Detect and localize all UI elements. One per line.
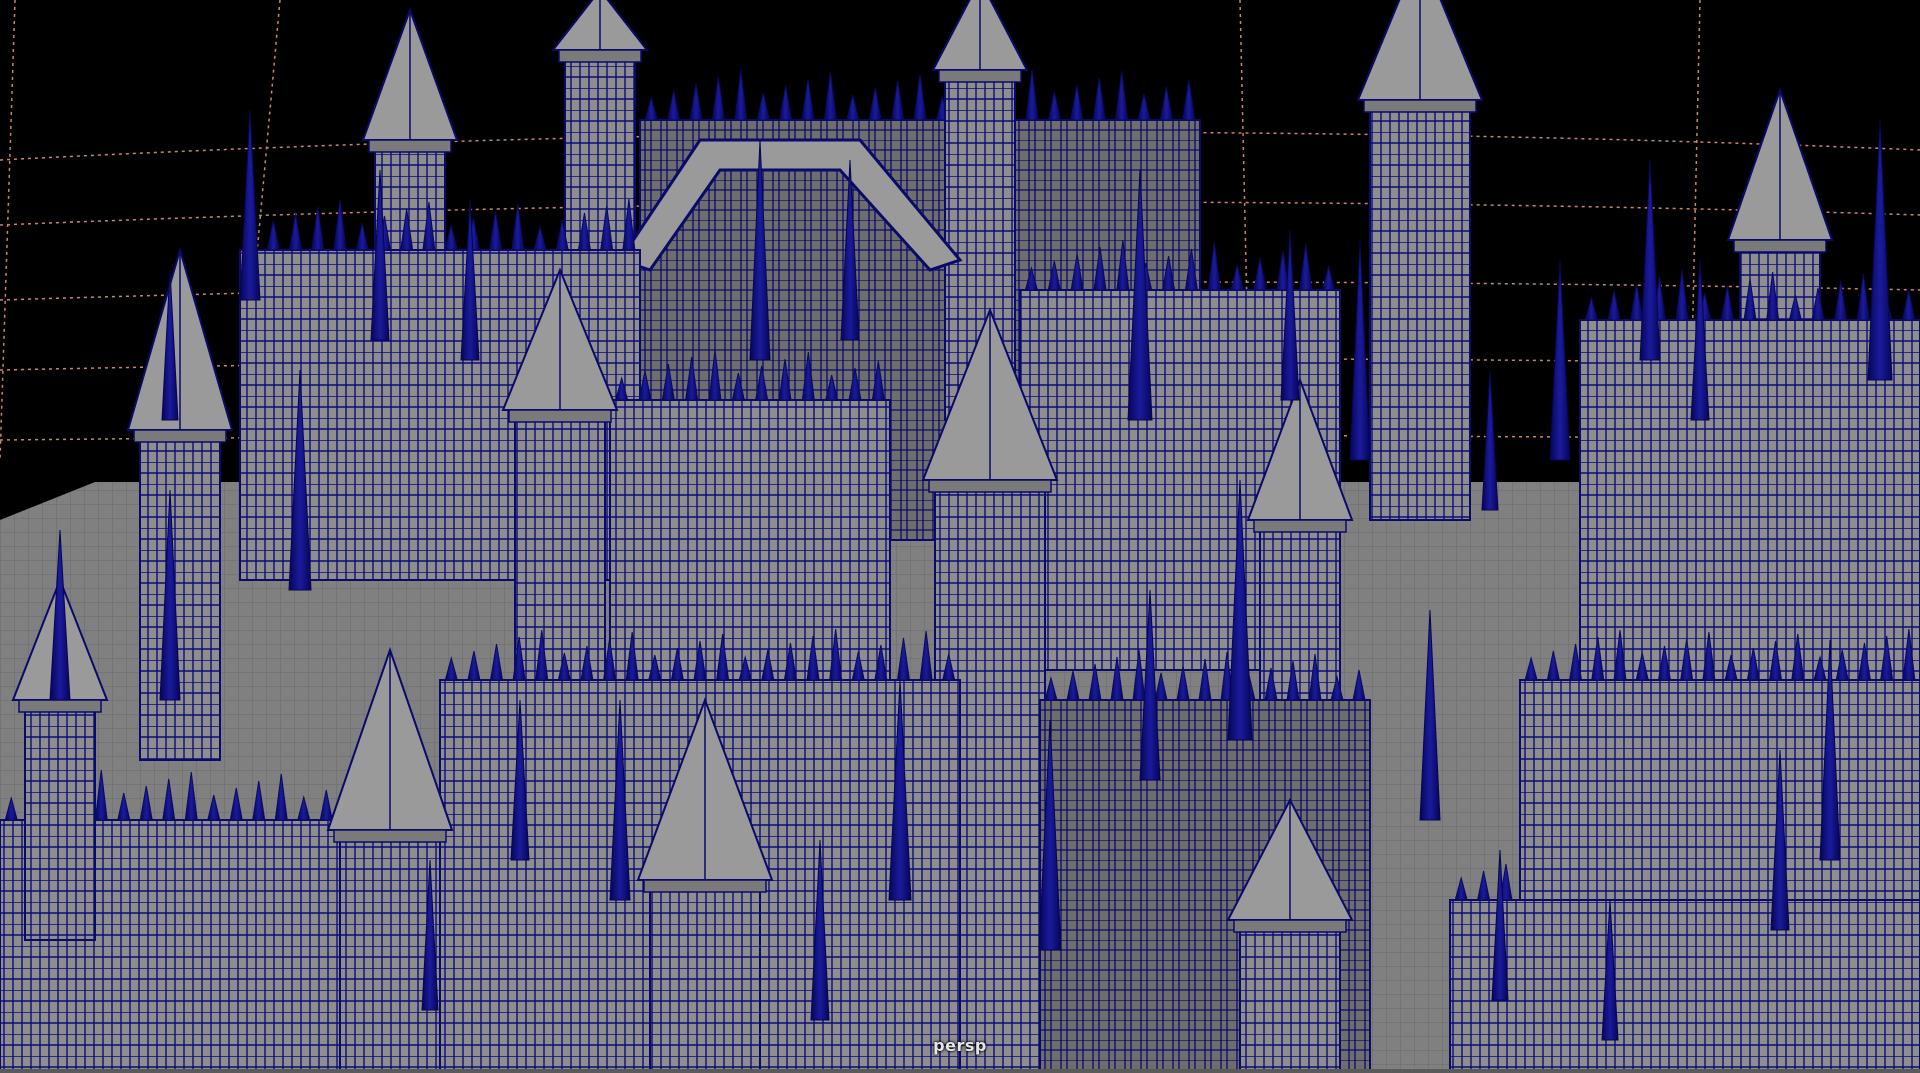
tower-body bbox=[649, 879, 761, 1073]
battlement-spike bbox=[689, 83, 703, 121]
battlement-spike bbox=[1856, 273, 1870, 321]
battlement-spike bbox=[1070, 84, 1084, 121]
tower-collar bbox=[18, 699, 102, 713]
blue-spire bbox=[239, 109, 261, 301]
tower-collar bbox=[643, 879, 767, 893]
battlement-spike bbox=[1159, 86, 1173, 121]
battlement-spike bbox=[266, 220, 280, 251]
tower-collar bbox=[508, 409, 612, 423]
battlement-spike bbox=[756, 92, 770, 121]
tower-collar bbox=[1233, 919, 1347, 933]
battlement-spike bbox=[1182, 79, 1196, 121]
battlement-spike bbox=[288, 213, 303, 251]
battlement-spike bbox=[734, 69, 748, 121]
battlement-spike bbox=[1321, 265, 1336, 291]
maya-perspective-viewport[interactable]: persp bbox=[0, 0, 1920, 1073]
battlement-spike bbox=[801, 78, 815, 121]
battlement-spike bbox=[333, 199, 347, 251]
tower-collar bbox=[938, 69, 1022, 83]
battlement-spike bbox=[1253, 257, 1267, 291]
tower-collar bbox=[1253, 519, 1347, 533]
castle-wireframe-scene[interactable] bbox=[0, 0, 1920, 1073]
battlement-spike bbox=[355, 222, 369, 251]
battlement-spike bbox=[1675, 269, 1689, 321]
battlement-spike bbox=[1630, 283, 1644, 321]
battlement-spike bbox=[1025, 68, 1039, 121]
battlement-spike bbox=[666, 90, 681, 121]
battlement-spike bbox=[511, 203, 525, 251]
battlement-spike bbox=[823, 71, 837, 121]
blue-spire bbox=[1639, 159, 1661, 361]
blue-spire bbox=[1349, 239, 1371, 461]
battlement-spike bbox=[533, 225, 547, 251]
tower-collar bbox=[1363, 99, 1477, 113]
battlement-spike bbox=[1584, 296, 1598, 321]
tower-body bbox=[1239, 919, 1341, 1073]
blue-spire bbox=[1481, 369, 1499, 511]
tower-body bbox=[24, 699, 96, 941]
tower-collar bbox=[558, 49, 642, 63]
battlement-spike bbox=[846, 94, 860, 121]
tower-collar bbox=[333, 829, 447, 843]
tower-collar bbox=[928, 479, 1052, 493]
tower-collar bbox=[133, 429, 227, 443]
battlement-spike bbox=[1207, 241, 1221, 291]
battlement-spike bbox=[711, 76, 725, 121]
battlement-spike bbox=[868, 87, 882, 121]
battlement-spike bbox=[891, 80, 905, 121]
tower-collar bbox=[368, 139, 452, 153]
battlement-spike bbox=[1047, 91, 1062, 121]
battlement-spike bbox=[1720, 285, 1734, 321]
battlement-spike bbox=[1299, 243, 1313, 291]
tower-collar bbox=[1733, 239, 1827, 253]
battlement-spike bbox=[1902, 289, 1916, 321]
blue-spire bbox=[1867, 119, 1893, 381]
blue-spire bbox=[1549, 259, 1571, 461]
battlement-spike bbox=[1092, 77, 1106, 121]
battlement-spike bbox=[444, 224, 458, 251]
battlement-spike bbox=[488, 210, 503, 251]
tower-body bbox=[139, 429, 221, 761]
castle-wall bbox=[1449, 899, 1920, 1073]
battlement-spike bbox=[1115, 70, 1129, 121]
battlement-spike bbox=[1607, 290, 1621, 321]
castle-wall bbox=[1519, 679, 1920, 901]
battlement-spike bbox=[1137, 93, 1151, 121]
castle-model[interactable] bbox=[0, 0, 1920, 1073]
tower-body bbox=[1369, 99, 1471, 521]
battlement-spike bbox=[779, 85, 793, 121]
battlement-spike bbox=[1230, 264, 1244, 291]
viewport-bottom-border bbox=[0, 1069, 1920, 1073]
battlement-spike bbox=[1834, 280, 1848, 321]
battlement-spike bbox=[644, 96, 658, 121]
battlement-spike bbox=[913, 73, 927, 121]
